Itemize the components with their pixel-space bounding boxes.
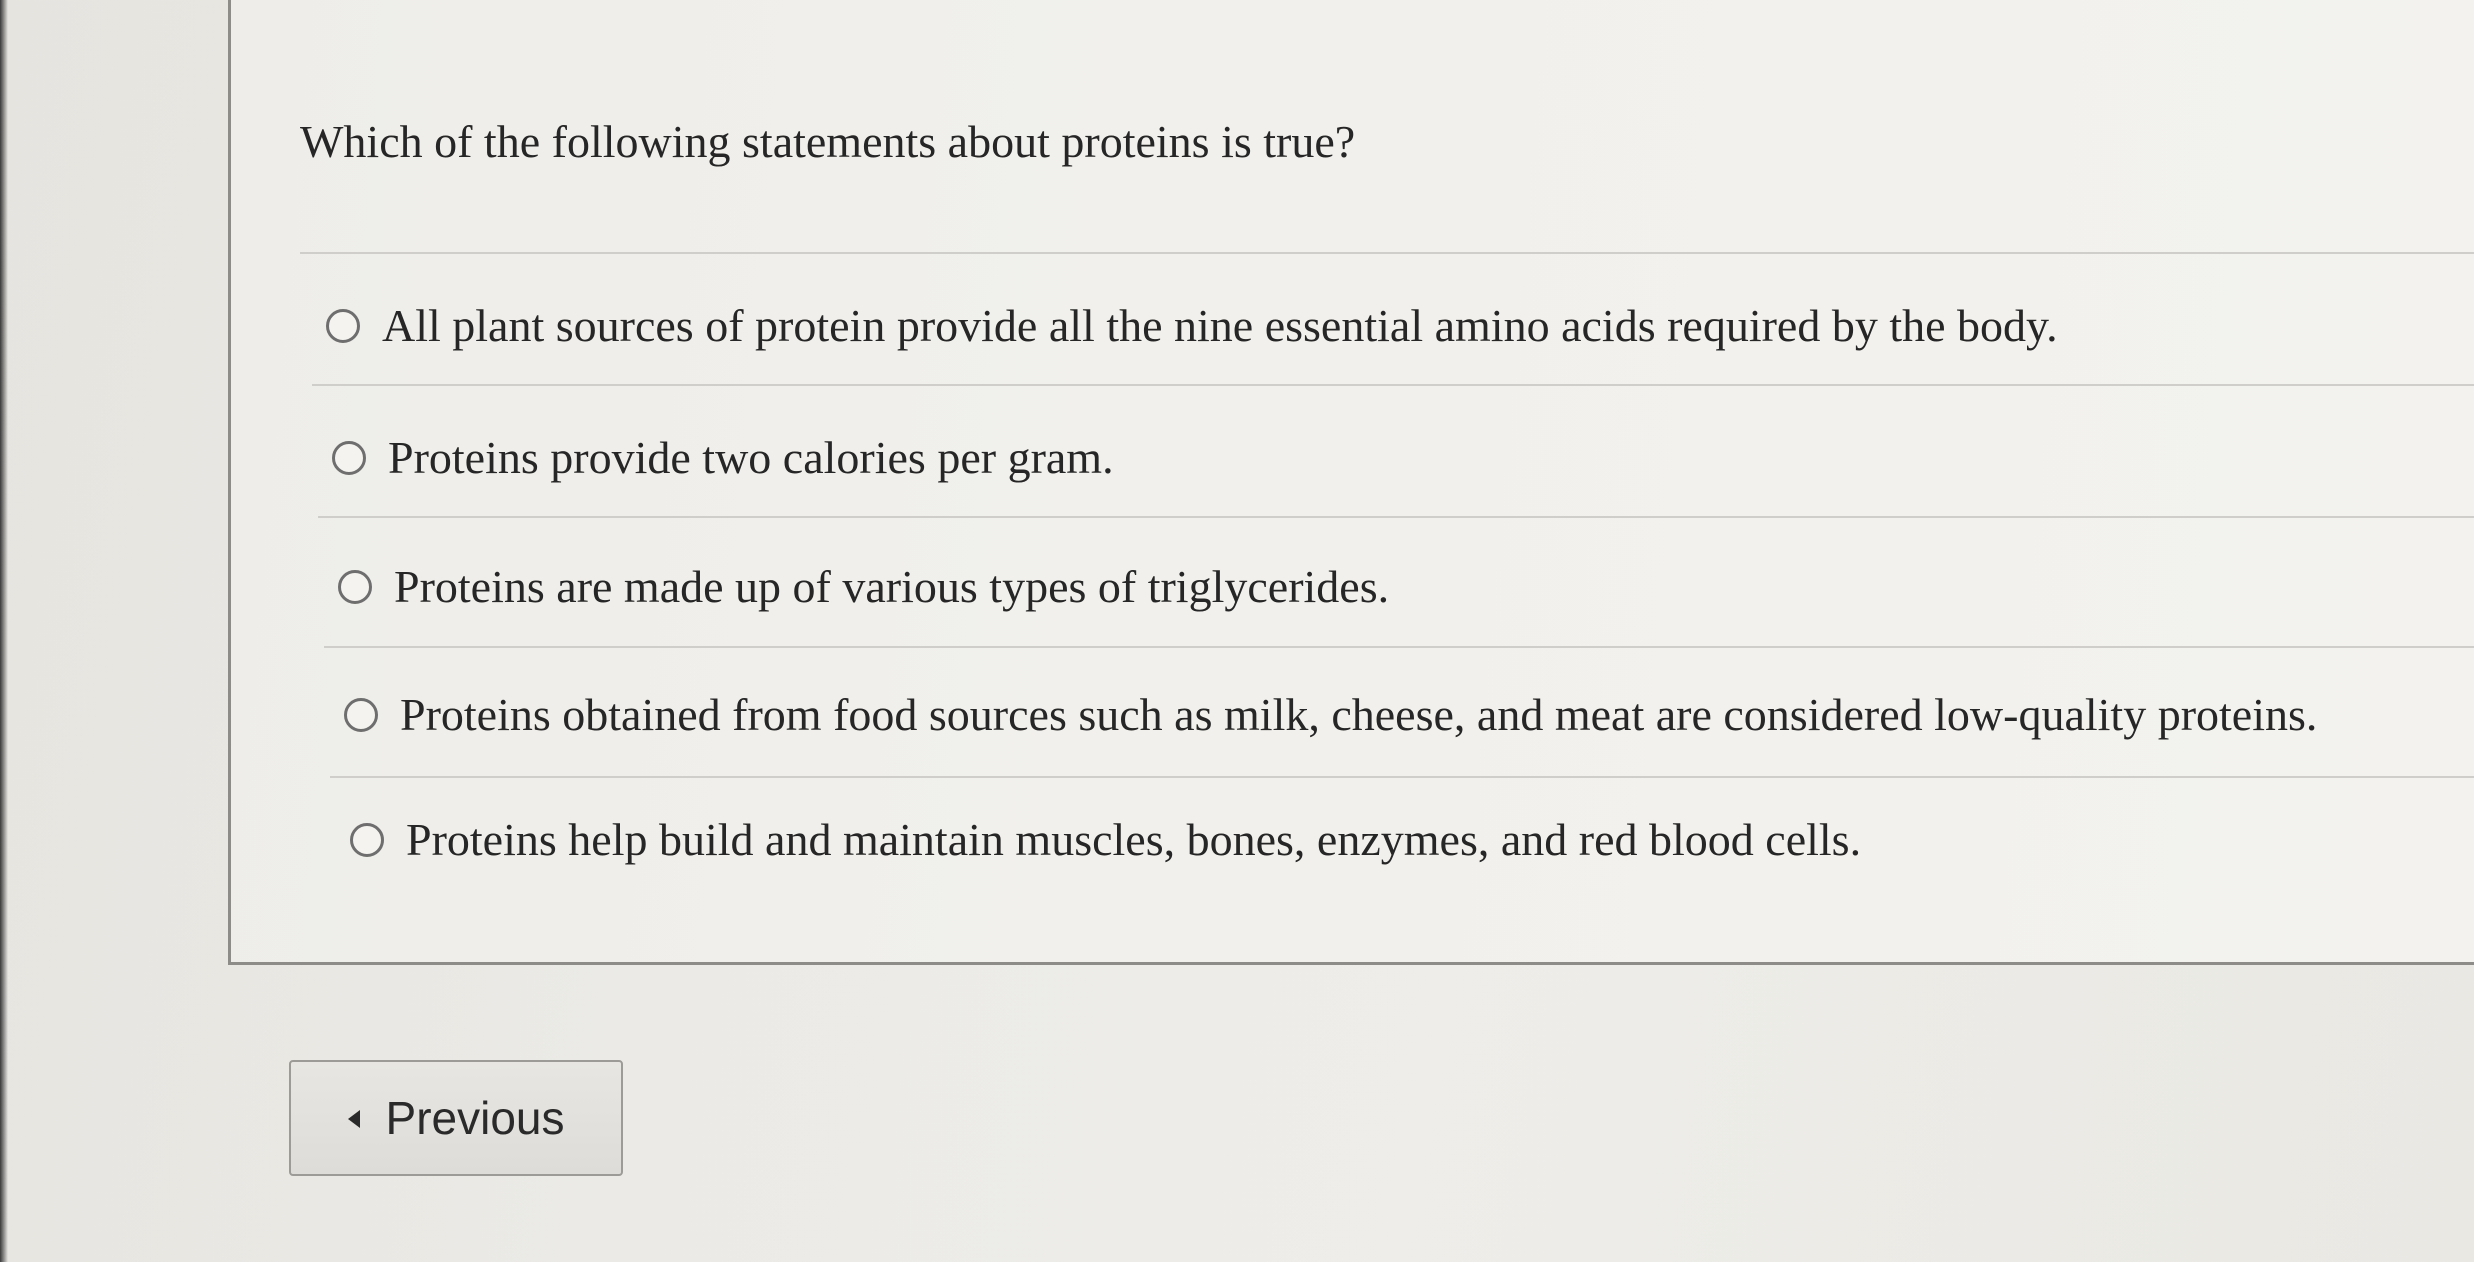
divider: [300, 252, 2474, 254]
previous-button-label: Previous: [385, 1092, 565, 1144]
answer-option-2[interactable]: Proteins provide two calories per gram.: [332, 428, 1114, 488]
divider: [330, 776, 2474, 778]
radio-button-icon[interactable]: [332, 441, 366, 475]
answer-option-label: Proteins provide two calories per gram.: [388, 432, 1114, 483]
answer-option-1[interactable]: All plant sources of protein provide all…: [326, 296, 2058, 356]
caret-left-icon: [347, 1110, 360, 1128]
radio-button-icon[interactable]: [344, 698, 378, 732]
screen-edge-shadow: [0, 0, 8, 1262]
answer-option-label: Proteins help build and maintain muscles…: [406, 814, 1862, 865]
radio-button-icon[interactable]: [338, 570, 372, 604]
previous-button[interactable]: Previous: [289, 1060, 623, 1176]
answer-option-3[interactable]: Proteins are made up of various types of…: [338, 557, 1389, 617]
answer-option-5[interactable]: Proteins help build and maintain muscles…: [350, 810, 1861, 870]
divider: [318, 516, 2474, 518]
answer-option-label: Proteins are made up of various types of…: [394, 561, 1390, 612]
answer-option-label: Proteins obtained from food sources such…: [400, 689, 2318, 740]
radio-button-icon[interactable]: [326, 309, 360, 343]
question-text: Which of the following statements about …: [300, 116, 1356, 167]
answer-option-4[interactable]: Proteins obtained from food sources such…: [344, 685, 2317, 745]
radio-button-icon[interactable]: [350, 823, 384, 857]
answer-option-label: All plant sources of protein provide all…: [382, 300, 2058, 351]
divider: [324, 646, 2474, 648]
divider: [312, 384, 2474, 386]
